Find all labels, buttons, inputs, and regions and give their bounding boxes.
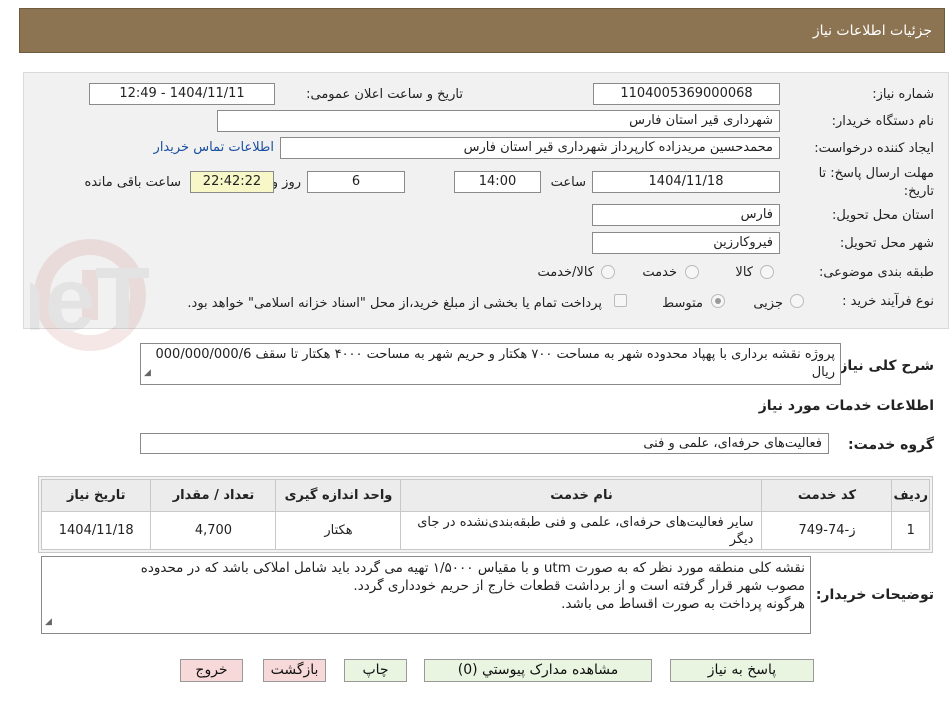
radio-minor-label: جزیی	[753, 296, 783, 311]
days-label: روز و	[271, 175, 301, 190]
radio-goods-service[interactable]	[601, 265, 615, 279]
buyer-notes-line-1: نقشه کلی منطقه مورد نظر که به صورت utm و…	[140, 560, 805, 576]
province-field[interactable]: فارس	[592, 204, 780, 226]
treasury-checkbox[interactable]	[614, 294, 627, 307]
services-table: ردیف کد خدمت نام خدمت واحد اندازه گیری ت…	[40, 479, 930, 550]
col-service-code: کد خدمت	[761, 479, 893, 512]
contact-link[interactable]: اطلاعات تماس خریدار	[154, 140, 274, 155]
radio-medium[interactable]	[711, 294, 725, 308]
radio-goods-service-label: کالا/خدمت	[537, 265, 594, 280]
print-button[interactable]: چاپ	[344, 659, 407, 682]
need-number-label: شماره نیاز:	[872, 87, 934, 102]
resize-grip-icon[interactable]: ◢	[144, 364, 151, 382]
city-field[interactable]: فیروکارزین	[592, 232, 780, 254]
reply-button[interactable]: پاسخ به نیاز	[670, 659, 814, 682]
time-label: ساعت	[550, 175, 586, 190]
view-attachments-button[interactable]: مشاهده مدارک پیوستي (0)	[424, 659, 652, 682]
cell-service-code: ز-74-749	[761, 511, 893, 550]
summary-text: پروژه نقشه برداری با پهپاد محدوده شهر به…	[155, 347, 836, 380]
col-unit: واحد اندازه گیری	[275, 479, 402, 512]
service-group-field[interactable]: فعالیت‌های حرفه‌ای، علمی و فنی	[140, 433, 829, 454]
services-table-wrapper: ردیف کد خدمت نام خدمت واحد اندازه گیری ت…	[38, 476, 933, 553]
services-section-title: اطلاعات خدمات مورد نیاز	[758, 398, 934, 414]
deadline-label: مهلت ارسال پاسخ: تا تاریخ:	[818, 166, 934, 199]
deadline-date-field[interactable]: 1404/11/18	[592, 171, 780, 193]
col-row: ردیف	[891, 479, 930, 512]
summary-textarea[interactable]: پروژه نقشه برداری با پهپاد محدوده شهر به…	[140, 343, 841, 385]
buyer-org-label: نام دستگاه خریدار:	[831, 114, 934, 129]
radio-medium-label: متوسط	[662, 296, 703, 311]
table-row[interactable]: 1 ز-74-749 سایر فعالیت‌های حرفه‌ای، علمی…	[40, 511, 930, 550]
category-label: طبقه بندی موضوعی:	[818, 265, 934, 280]
exit-button[interactable]: خروج	[180, 659, 243, 682]
remaining-label: ساعت باقی مانده	[84, 175, 181, 190]
table-header-row: ردیف کد خدمت نام خدمت واحد اندازه گیری ت…	[40, 479, 930, 512]
announce-label: تاریخ و ساعت اعلان عمومی:	[306, 87, 463, 102]
col-service-name: نام خدمت	[400, 479, 763, 512]
back-button[interactable]: بازگشت	[263, 659, 326, 682]
radio-service[interactable]	[685, 265, 699, 279]
radio-minor[interactable]	[790, 294, 804, 308]
province-label: استان محل تحویل:	[832, 208, 934, 223]
cell-unit: هکتار	[275, 511, 402, 550]
radio-goods[interactable]	[760, 265, 774, 279]
page-title: جزئیات اطلاعات نیاز	[812, 23, 932, 39]
cell-need-date: 1404/11/18	[40, 511, 152, 550]
cell-quantity: 4,700	[150, 511, 277, 550]
buyer-notes-line-3: هرگونه پرداخت به صورت اقساط می باشد.	[561, 596, 805, 612]
summary-label: شرح کلی نیاز:	[833, 358, 934, 374]
page-header: جزئیات اطلاعات نیاز	[19, 8, 945, 53]
resize-grip-icon[interactable]: ◢	[45, 613, 52, 631]
cell-service-name: سایر فعالیت‌های حرفه‌ای، علمی و فنی طبقه…	[400, 511, 763, 550]
cell-row: 1	[891, 511, 930, 550]
buyer-notes-textarea[interactable]: نقشه کلی منطقه مورد نظر که به صورت utm و…	[41, 556, 811, 634]
buyer-notes-line-2: مصوب شهر قرار گرفته است و از برداشت قطعا…	[353, 578, 805, 594]
deadline-time-field[interactable]: 14:00	[454, 171, 541, 193]
service-group-label: گروه خدمت:	[848, 437, 934, 453]
creator-field[interactable]: محمدحسین مریدزاده کارپرداز شهرداری قیر ا…	[280, 137, 780, 159]
buyer-org-field[interactable]: شهرداری قیر استان فارس	[217, 110, 780, 132]
buyer-notes-label: توضیحات خریدار:	[815, 587, 934, 603]
col-quantity: تعداد / مقدار	[150, 479, 277, 512]
need-number-field[interactable]: 1104005369000068	[593, 83, 780, 105]
city-label: شهر محل تحویل:	[839, 236, 934, 251]
radio-service-label: خدمت	[642, 265, 677, 280]
process-label: نوع فرآیند خرید :	[842, 294, 934, 309]
announce-field[interactable]: 1404/11/11 - 12:49	[89, 83, 275, 105]
payment-note: پرداخت تمام یا بخشی از مبلغ خرید،از محل …	[187, 296, 602, 311]
radio-goods-label: کالا	[735, 265, 753, 280]
days-field[interactable]: 6	[307, 171, 405, 193]
col-need-date: تاریخ نیاز	[40, 479, 152, 512]
remaining-time-field: 22:42:22	[190, 171, 274, 193]
creator-label: ایجاد کننده درخواست:	[814, 141, 934, 156]
